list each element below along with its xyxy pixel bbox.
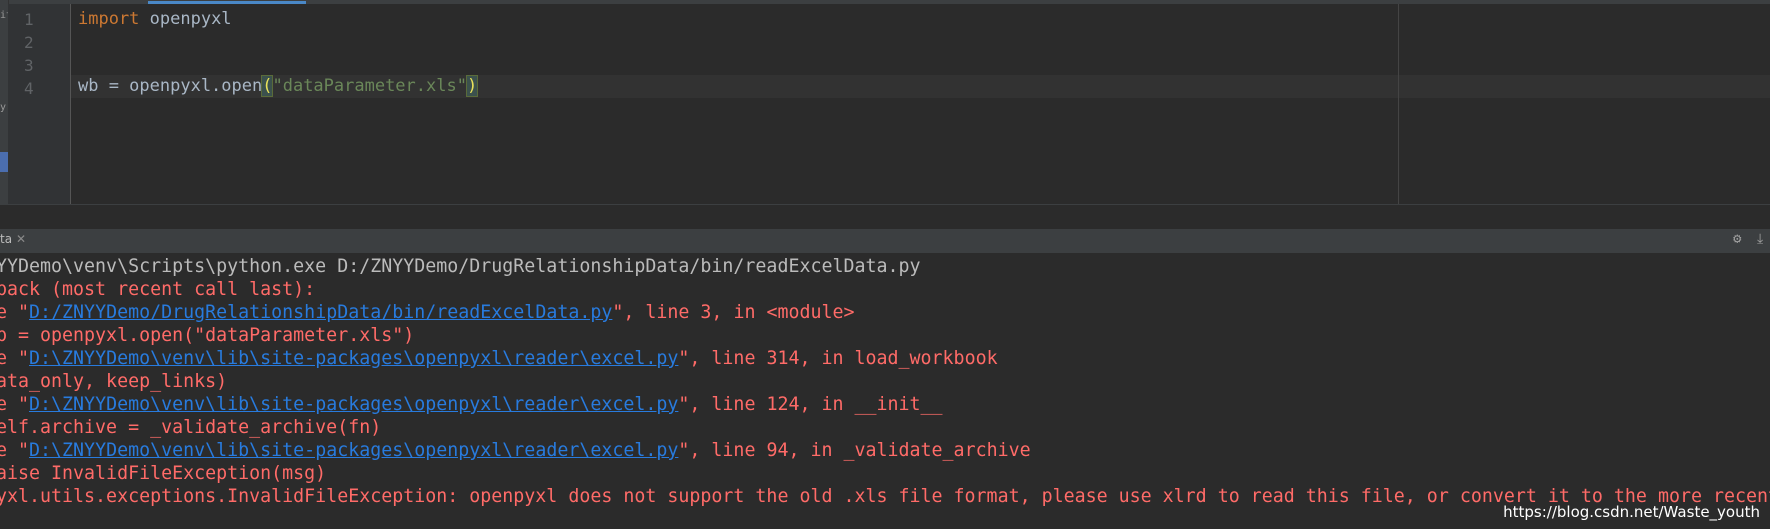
matched-open-paren: ( bbox=[261, 75, 274, 97]
file-link[interactable]: D:\ZNYYDemo\venv\lib\site-packages\openp… bbox=[29, 394, 678, 415]
module-name: openpyxl bbox=[139, 9, 232, 29]
tool-tab-fragment[interactable]: y bbox=[0, 102, 8, 113]
console-trace-code: b = openpyxl.open("dataParameter.xls") bbox=[0, 325, 415, 346]
console-trace-frame: e "D:\ZNYYDemo\venv\lib\site-packages\op… bbox=[0, 439, 1031, 462]
console-trace-code: ata_only, keep_links) bbox=[0, 371, 228, 392]
string-literal: "dataParameter.xls" bbox=[272, 76, 467, 96]
console-trace-code: aise InvalidFileException(msg) bbox=[0, 463, 327, 484]
console-trace-frame: e "D:\ZNYYDemo\venv\lib\site-packages\op… bbox=[0, 393, 943, 416]
line-number: 3 bbox=[24, 56, 34, 75]
watermark: https://blog.csdn.net/Waste_youth bbox=[1503, 503, 1760, 521]
code-line-1[interactable]: import openpyxl bbox=[78, 8, 232, 31]
assignment-expression: wb = openpyxl.open bbox=[78, 76, 263, 96]
console-trace-frame: e "D:/ZNYYDemo/DrugRelationshipData/bin/… bbox=[0, 301, 855, 324]
console-trace-frame: e "D:\ZNYYDemo\venv\lib\site-packages\op… bbox=[0, 347, 998, 370]
trace-suffix: ", line 124, in __init__ bbox=[678, 394, 943, 415]
gear-icon[interactable]: ⚙ bbox=[1733, 231, 1741, 247]
trace-suffix: ", line 314, in load_workbook bbox=[678, 348, 998, 369]
line-number-gutter: 1 2 3 4 bbox=[8, 4, 71, 204]
download-icon[interactable]: ⤓ bbox=[1757, 231, 1763, 247]
close-icon[interactable]: ✕ bbox=[16, 232, 26, 246]
selected-tool-tab[interactable] bbox=[0, 152, 8, 172]
trace-prefix: e " bbox=[0, 440, 30, 461]
line-number: 1 bbox=[24, 10, 34, 29]
file-link[interactable]: D:\ZNYYDemo\venv\lib\site-packages\openp… bbox=[29, 348, 678, 369]
tool-tab-fragment[interactable]: ito bbox=[0, 10, 8, 21]
trace-suffix: ", line 94, in _validate_archive bbox=[678, 440, 1031, 461]
panel-separator[interactable] bbox=[0, 204, 1770, 229]
console-command-line: YYDemo\venv\Scripts\python.exe D:/ZNYYDe… bbox=[0, 256, 921, 277]
keyword-import: import bbox=[78, 9, 140, 29]
file-link[interactable]: D:/ZNYYDemo/DrugRelationshipData/bin/rea… bbox=[29, 302, 612, 323]
console-traceback-header: back (most recent call last): bbox=[0, 279, 316, 300]
run-panel-header: ta ✕ ⚙ ⤓ bbox=[0, 229, 1770, 254]
right-margin-guide bbox=[1398, 4, 1399, 204]
code-line-4[interactable]: wb = openpyxl.open("dataParameter.xls") bbox=[78, 75, 479, 98]
trace-prefix: e " bbox=[0, 348, 30, 369]
file-link[interactable]: D:\ZNYYDemo\venv\lib\site-packages\openp… bbox=[29, 440, 678, 461]
trace-prefix: e " bbox=[0, 394, 30, 415]
matched-close-paren: ) bbox=[465, 75, 479, 97]
trace-prefix: e " bbox=[0, 302, 30, 323]
run-console-output[interactable]: YYDemo\venv\Scripts\python.exe D:/ZNYYDe… bbox=[0, 253, 1770, 529]
console-trace-code: elf.archive = _validate_archive(fn) bbox=[0, 417, 382, 438]
trace-suffix: ", line 3, in <module> bbox=[612, 302, 855, 323]
run-tab-label[interactable]: ta bbox=[0, 232, 12, 246]
line-number: 4 bbox=[24, 79, 34, 98]
line-number: 2 bbox=[24, 33, 34, 52]
code-editor[interactable] bbox=[71, 4, 1770, 204]
